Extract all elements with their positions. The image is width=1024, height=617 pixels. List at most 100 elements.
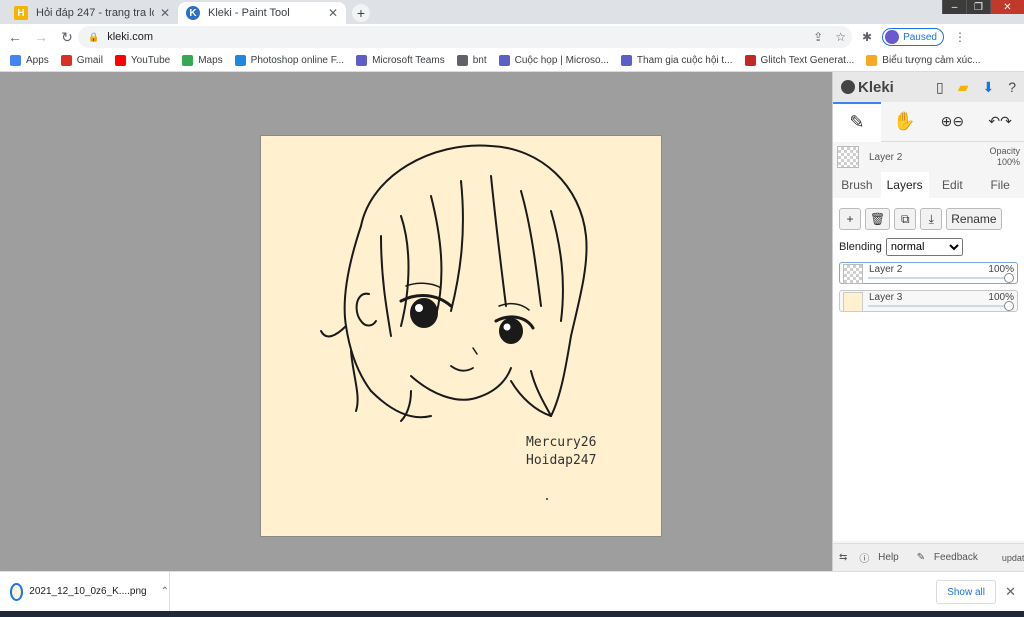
signature-text: Mercury26 Hoidap247 (526, 434, 596, 470)
teams-icon (620, 55, 632, 66)
rename-button[interactable]: Rename (946, 208, 1002, 230)
layer-opacity-slider[interactable] (868, 305, 1011, 307)
restore-icon[interactable]: ❐ (966, 0, 990, 14)
profile-button[interactable]: Paused (882, 28, 944, 46)
slider-knob[interactable] (1004, 301, 1014, 311)
feedback-label: Feedback (933, 552, 978, 563)
lock-icon[interactable]: 🔒 (88, 32, 99, 43)
bookmark-star-icon[interactable]: ☆ (835, 30, 846, 44)
teams-icon (356, 55, 368, 66)
share-icon[interactable]: ⇪ (813, 30, 823, 44)
window-controls: ‒ ❐ ✕ (942, 0, 1024, 14)
hoidap-favicon-icon: H (14, 6, 28, 20)
bookmark-label: Cuộc họp | Microso... (514, 55, 609, 66)
help-circle-icon[interactable]: ? (1008, 79, 1016, 96)
drawing-canvas[interactable]: Mercury26 Hoidap247 (260, 135, 662, 537)
blending-select[interactable]: normal (885, 238, 963, 256)
menu-dots-icon[interactable]: ⋮ (954, 30, 966, 44)
layer-opacity-slider[interactable] (868, 277, 1011, 279)
add-layer-icon[interactable]: + (839, 208, 861, 230)
kleki-favicon-icon: K (186, 6, 200, 20)
download-filename: 2021_12_10_0z6_K....png (29, 586, 147, 597)
tab-edit[interactable]: Edit (929, 172, 977, 198)
bookmark-item[interactable]: Glitch Text Generat... (744, 55, 854, 66)
os-taskbar (0, 611, 1024, 617)
signature-line-1: Mercury26 (526, 435, 597, 450)
feedback-link[interactable]: ✎ Feedback (911, 552, 990, 563)
gmail-icon (60, 55, 72, 66)
show-all-button[interactable]: Show all (936, 580, 996, 604)
slider-knob[interactable] (1004, 273, 1014, 283)
photoshop-icon (234, 55, 246, 66)
tab-file[interactable]: File (976, 172, 1024, 198)
bookmark-item[interactable]: Gmail (60, 55, 103, 66)
opacity-label: Opacity (989, 146, 1020, 156)
minimize-icon[interactable]: ‒ (942, 0, 966, 14)
tab-title: Hỏi đáp 247 - trang tra loi (36, 7, 154, 19)
url-text: kleki.com (107, 31, 154, 43)
emoji-icon (866, 55, 878, 66)
new-tab-button[interactable]: + (352, 4, 370, 22)
download-icon[interactable]: ⬇ (982, 79, 994, 96)
bookmark-label: YouTube (130, 55, 171, 66)
bookmark-label: Gmail (76, 55, 103, 66)
bookmark-item[interactable]: Photoshop online F... (234, 55, 345, 66)
layer-buttons: + 🗑 ⧉ ⤓ Rename (839, 208, 1018, 230)
close-tab-icon[interactable]: ✕ (160, 6, 170, 20)
bookmark-item[interactable]: Maps (182, 55, 223, 66)
swap-arrows-icon[interactable]: ⇆ (833, 552, 853, 563)
zoom-icon[interactable]: ⊕⊖ (929, 102, 977, 142)
browser-toolbar: ← → ↻ 🔒 kleki.com ⇪ ☆ ✱ Paused ⋮ (0, 24, 1024, 50)
download-item[interactable]: 2021_12_10_0z6_K....png ⌃ (0, 571, 170, 612)
bookmark-label: Maps (198, 55, 223, 66)
canvas-workspace[interactable]: Mercury26 Hoidap247 (0, 72, 832, 571)
bookmark-item[interactable]: YouTube (114, 55, 171, 66)
merge-down-icon[interactable]: ⤓ (920, 208, 943, 230)
undo-redo-icon[interactable]: ↶↷ (976, 102, 1024, 142)
duplicate-layer-icon[interactable]: ⧉ (894, 208, 917, 230)
extensions-icon[interactable]: ✱ (862, 30, 872, 44)
bookmark-label: Tham gia cuộc hội t... (636, 55, 733, 66)
glitch-icon (744, 55, 756, 66)
apps-grid-icon (10, 55, 21, 66)
layer-item[interactable]: Layer 3 100% (839, 290, 1018, 312)
globe-icon (456, 55, 468, 66)
tool-row: ✎ ✋ ⊕⊖ ↶↷ (833, 101, 1024, 142)
hand-tool-icon[interactable]: ✋ (881, 102, 929, 142)
layer-thumbnail (837, 146, 859, 168)
tab-kleki[interactable]: K Kleki - Paint Tool ✕ (178, 2, 346, 24)
layer-thumbnail (843, 292, 863, 312)
layers-tab-body: + 🗑 ⧉ ⤓ Rename Blending normal Layer 2 1… (833, 198, 1024, 541)
teams-icon (498, 55, 510, 66)
chevron-up-icon[interactable]: ⌃ (161, 586, 169, 597)
close-tab-icon[interactable]: ✕ (328, 6, 338, 20)
new-image-icon[interactable]: ▯ (936, 79, 944, 96)
bookmark-item[interactable]: Tham gia cuộc hội t... (620, 55, 733, 66)
download-bar: 2021_12_10_0z6_K....png ⌃ Show all ✕ (0, 571, 1024, 612)
layer-item[interactable]: Layer 2 100% (839, 262, 1018, 284)
bookmark-item[interactable]: bnt (456, 55, 487, 66)
bookmark-item[interactable]: Microsoft Teams (356, 55, 445, 66)
help-link[interactable]: ⓘ Help (853, 550, 910, 565)
delete-layer-icon[interactable]: 🗑 (865, 208, 891, 230)
forward-icon[interactable]: → (30, 29, 52, 45)
close-icon[interactable]: ✕ (1005, 584, 1016, 600)
tab-layers[interactable]: Layers (880, 172, 929, 198)
kleki-logo-text: Kleki (858, 78, 894, 96)
address-bar[interactable]: 🔒 kleki.com ⇪ ☆ (78, 26, 852, 48)
back-icon[interactable]: ← (4, 29, 26, 45)
bookmarks-bar: Apps Gmail YouTube Maps Photoshop online F..… (0, 50, 1024, 72)
close-window-icon[interactable]: ✕ (990, 0, 1024, 14)
bookmark-label: Photoshop online F... (250, 55, 345, 66)
bookmark-item[interactable]: Cuộc họp | Microso... (498, 55, 609, 66)
tab-brush[interactable]: Brush (833, 172, 881, 198)
bookmark-label: bnt (472, 55, 487, 66)
reload-icon[interactable]: ↻ (56, 29, 78, 46)
bookmark-item[interactable]: Apps (10, 55, 49, 66)
tab-hoidap[interactable]: H Hỏi đáp 247 - trang tra loi ✕ (6, 2, 178, 24)
open-folder-icon[interactable]: ▰ (958, 79, 969, 96)
youtube-icon (114, 55, 126, 66)
bookmark-item[interactable]: Biểu tượng cảm xúc... (866, 55, 981, 66)
updated-label: updated (1001, 552, 1024, 563)
brush-tool-icon[interactable]: ✎ (833, 101, 881, 142)
